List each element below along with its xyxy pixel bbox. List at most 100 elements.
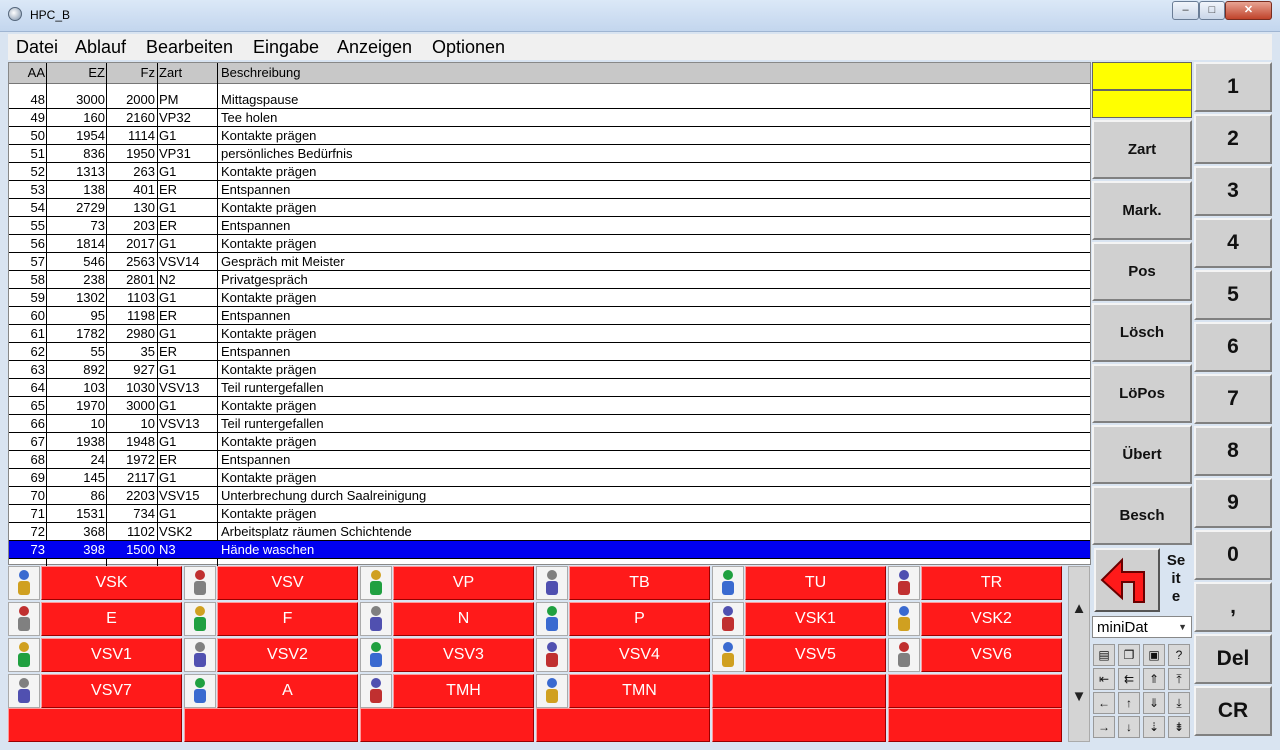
col-ez[interactable]: EZ [47,65,105,82]
category-button-vsv[interactable]: VSV [217,566,358,600]
category-button-empty[interactable] [536,708,710,742]
category-icon-tmn[interactable] [536,674,568,708]
scroll-down-icon[interactable]: ▼ [1068,688,1090,705]
category-button-empty[interactable] [712,674,886,708]
menu-optionen[interactable]: Optionen [432,37,505,58]
left-icon[interactable]: ← [1093,692,1115,714]
col-zart[interactable]: Zart [159,65,215,82]
maximize-button[interactable]: □ [1199,1,1225,20]
numpad-key-6[interactable]: 7 [1194,374,1272,424]
bottom-icon[interactable]: ⤓ [1168,692,1190,714]
table-row[interactable]: 68 24 1972 ER Entspannen [9,451,1090,469]
side-button-1[interactable]: Mark. [1092,181,1192,240]
down-icon[interactable]: ↓ [1118,716,1140,738]
back-button[interactable] [1094,548,1160,612]
table-row[interactable]: 57 546 2563 VSV14 Gespräch mit Meister [9,253,1090,271]
category-button-vsv6[interactable]: VSV6 [921,638,1062,672]
category-button-e[interactable]: E [41,602,182,636]
category-icon-vsk2[interactable] [888,602,920,636]
numpad-key-3[interactable]: 4 [1194,218,1272,268]
category-icon-vsv2[interactable] [184,638,216,672]
category-button-a[interactable]: A [217,674,358,708]
category-button-vsv2[interactable]: VSV2 [217,638,358,672]
category-icon-tr[interactable] [888,566,920,600]
yellow-field-top[interactable] [1092,62,1192,90]
category-button-vsk2[interactable]: VSK2 [921,602,1062,636]
category-button-empty[interactable] [888,708,1062,742]
category-button-vsv3[interactable]: VSV3 [393,638,534,672]
category-button-tmn[interactable]: TMN [569,674,710,708]
table-row[interactable]: 66 10 10 VSV13 Teil runtergefallen [9,415,1090,433]
prev-page-icon[interactable]: ⇇ [1118,668,1140,690]
category-icon-p[interactable] [536,602,568,636]
table-row[interactable]: 56 1814 2017 G1 Kontakte prägen [9,235,1090,253]
category-button-vsk1[interactable]: VSK1 [745,602,886,636]
table-row[interactable]: 62 55 35 ER Entspannen [9,343,1090,361]
category-button-vp[interactable]: VP [393,566,534,600]
numpad-key-4[interactable]: 5 [1194,270,1272,320]
table-row[interactable]: 61 1782 2980 G1 Kontakte prägen [9,325,1090,343]
category-icon-vsv3[interactable] [360,638,392,672]
page-down-icon[interactable]: ⇣ [1143,716,1165,738]
right-icon[interactable]: → [1093,716,1115,738]
down-page-icon[interactable]: ⇓ [1143,692,1165,714]
numpad-key-9[interactable]: 0 [1194,530,1272,580]
table-row[interactable]: 65 1970 3000 G1 Kontakte prägen [9,397,1090,415]
numpad-key-11[interactable]: Del [1194,634,1272,684]
category-button-vsk[interactable]: VSK [41,566,182,600]
numpad-key-8[interactable]: 9 [1194,478,1272,528]
side-button-3[interactable]: Lösch [1092,303,1192,362]
table-row[interactable]: 53 138 401 ER Entspannen [9,181,1090,199]
category-button-empty[interactable] [712,708,886,742]
scroll-up-icon[interactable]: ▲ [1068,600,1090,617]
category-icon-tmh[interactable] [360,674,392,708]
yellow-field-bottom[interactable] [1092,90,1192,118]
table-row[interactable]: 73 398 1500 N3 Hände waschen [9,541,1090,559]
table-row[interactable]: 51 836 1950 VP31 persönliches Bedürfnis [9,145,1090,163]
table-row[interactable]: 60 95 1198 ER Entspannen [9,307,1090,325]
table-row[interactable]: 69 145 2117 G1 Kontakte prägen [9,469,1090,487]
category-button-empty[interactable] [184,708,358,742]
numpad-key-7[interactable]: 8 [1194,426,1272,476]
table-row[interactable]: 72 368 1102 VSK2 Arbeitsplatz räumen Schicht… [9,523,1090,541]
menu-anzeigen[interactable]: Anzeigen [337,37,412,58]
top-icon[interactable]: ⤒ [1168,668,1190,690]
table-row[interactable]: 64 103 1030 VSV13 Teil runtergefallen [9,379,1090,397]
category-icon-tb[interactable] [536,566,568,600]
table-row[interactable]: 58 238 2801 N2 Privatgespräch [9,271,1090,289]
category-icon-vsv5[interactable] [712,638,744,672]
table-row[interactable]: 55 73 203 ER Entspannen [9,217,1090,235]
category-button-tu[interactable]: TU [745,566,886,600]
category-button-vsv4[interactable]: VSV4 [569,638,710,672]
table-row[interactable]: 71 1531 734 G1 Kontakte prägen [9,505,1090,523]
up-icon[interactable]: ↑ [1118,692,1140,714]
category-icon-f[interactable] [184,602,216,636]
numpad-key-10[interactable]: , [1194,582,1272,632]
table-row[interactable]: 67 1938 1948 G1 Kontakte prägen [9,433,1090,451]
page-up-icon[interactable]: ⇑ [1143,668,1165,690]
category-button-f[interactable]: F [217,602,358,636]
side-button-0[interactable]: Zart [1092,120,1192,179]
menu-eingabe[interactable]: Eingabe [253,37,319,58]
category-button-empty[interactable] [888,674,1062,708]
category-icon-a[interactable] [184,674,216,708]
side-button-5[interactable]: Übert [1092,425,1192,484]
category-icon-n[interactable] [360,602,392,636]
copy-icon[interactable]: ❐ [1118,644,1140,666]
table-row[interactable]: 48 3000 2000 PM Mittagspause [9,91,1090,109]
new-doc-icon[interactable]: ▤ [1093,644,1115,666]
numpad-key-1[interactable]: 2 [1194,114,1272,164]
menu-datei[interactable]: Datei [16,37,58,58]
table-row[interactable]: 59 1302 1103 G1 Kontakte prägen [9,289,1090,307]
save-icon[interactable]: ▣ [1143,644,1165,666]
numpad-key-2[interactable]: 3 [1194,166,1272,216]
category-icon-vsk1[interactable] [712,602,744,636]
menu-bearbeiten[interactable]: Bearbeiten [146,37,233,58]
category-button-tr[interactable]: TR [921,566,1062,600]
category-icon-vp[interactable] [360,566,392,600]
side-button-2[interactable]: Pos [1092,242,1192,301]
category-icon-vsv4[interactable] [536,638,568,672]
category-icon-vsv[interactable] [184,566,216,600]
numpad-key-0[interactable]: 1 [1194,62,1272,112]
category-icon-vsv6[interactable] [888,638,920,672]
